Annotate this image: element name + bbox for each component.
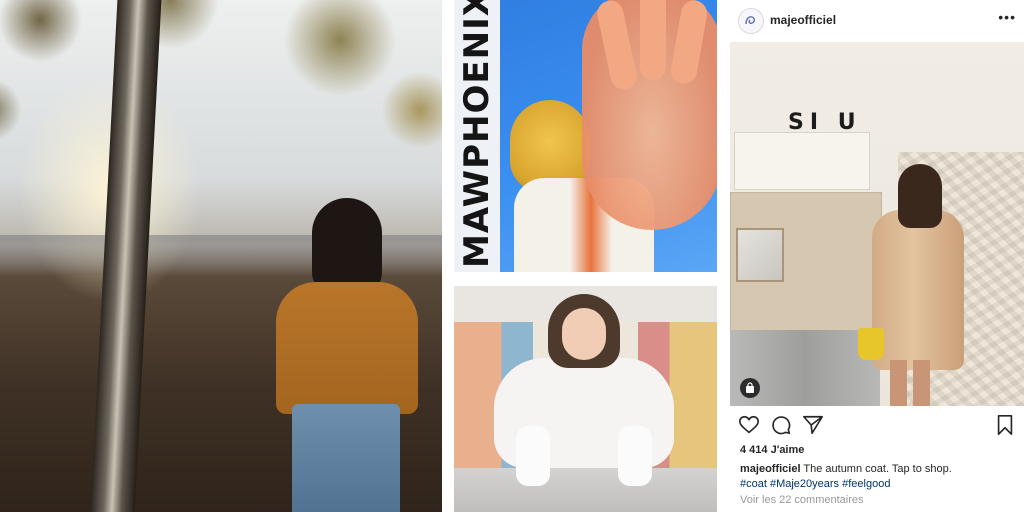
caption-username[interactable]: majeofficiel — [740, 463, 801, 475]
mustard-sweater — [276, 282, 418, 414]
likes-count[interactable]: 4 414 J'aime — [740, 444, 804, 456]
more-horizontal-icon[interactable]: ••• — [998, 9, 1016, 25]
heart-icon[interactable] — [738, 414, 760, 436]
poster-title: MAWPHOENIX — [457, 0, 497, 268]
avatar[interactable] — [738, 8, 764, 34]
shopping-bag-glyph — [746, 382, 754, 393]
caption-text: The autumn coat. Tap to shop. — [803, 463, 952, 475]
blue-jeans — [292, 404, 400, 512]
maje-logo-icon — [745, 16, 755, 25]
yellow-fringe-bag — [858, 328, 884, 360]
tree-foliage — [0, 0, 442, 160]
woman-hair — [898, 164, 942, 228]
bookmark-icon[interactable] — [994, 414, 1016, 436]
view-comments-link[interactable]: Voir les 22 commentaires — [740, 494, 864, 506]
photo-girl-by-tree — [0, 0, 442, 512]
instagram-post-card: majeofficiel ••• SI U 4 414 J'aime majeo… — [730, 0, 1024, 512]
door-window — [736, 228, 784, 282]
caption: majeofficiel The autumn coat. Tap to sho… — [740, 462, 1020, 492]
post-image[interactable]: SI U — [730, 42, 1024, 406]
photo-girl-crouching — [454, 286, 717, 512]
wall-sign — [734, 132, 870, 190]
post-actions — [730, 412, 1024, 438]
girl-face — [562, 308, 606, 360]
paper-plane-icon[interactable] — [802, 414, 824, 436]
woman-legs — [890, 360, 930, 406]
sign-text: SI U — [788, 110, 862, 135]
post-header: majeofficiel ••• — [730, 0, 1024, 42]
floor — [454, 468, 717, 512]
white-sock — [516, 426, 550, 486]
finger — [640, 0, 666, 80]
camel-coat — [872, 210, 964, 370]
photo-poster: MAWPHOENIX — [454, 0, 717, 272]
shopping-bag-icon[interactable] — [740, 378, 760, 398]
caption-hashtags[interactable]: #coat #Maje20years #feelgood — [740, 478, 890, 490]
username[interactable]: majeofficiel — [770, 13, 836, 27]
comment-icon[interactable] — [770, 414, 792, 436]
white-sock — [618, 426, 652, 486]
